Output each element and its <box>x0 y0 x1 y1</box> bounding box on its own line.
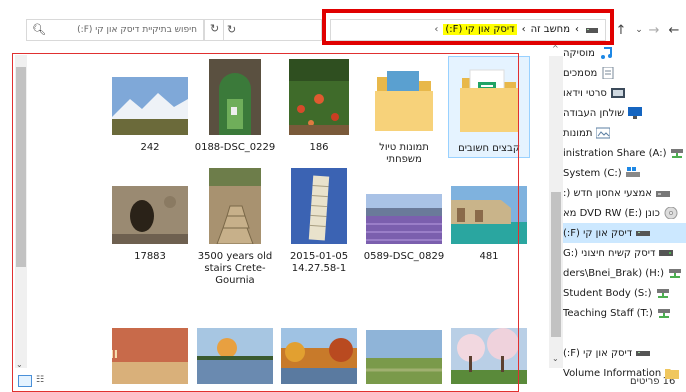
navpane-item[interactable]: דיסק און קי (F:) <box>563 223 686 243</box>
videos-icon <box>610 87 625 99</box>
refresh-icon[interactable]: ↻ <box>227 23 236 36</box>
navpane-item-label: כונן DVD RW (E:) מא <box>563 207 660 219</box>
network-drive-icon <box>656 287 670 299</box>
search-input[interactable]: חיפוש בתיקיית דיסק און קי (F:) <box>77 25 197 35</box>
navpane-item[interactable]: שולחן העבודה <box>563 103 686 123</box>
navpane-item-label: תמונות <box>563 127 593 139</box>
navpane-scroll-up-icon[interactable]: ^ <box>552 44 559 53</box>
navpane-spacer <box>563 323 686 343</box>
navpane-item[interactable]: Teaching Staff (T:) <box>563 303 686 323</box>
navpane-item[interactable]: inistration Share (A:) <box>563 143 686 163</box>
navpane-item-label: inistration Share (A:) <box>563 147 667 159</box>
refresh-button[interactable]: ↻ <box>204 19 224 41</box>
navpane-item-label: דיסק קשיח חיצוני (:G <box>563 247 656 259</box>
annotation-red-grid-frame <box>12 53 519 392</box>
navpane-item-label: מוסיקה <box>563 47 595 59</box>
documents-icon <box>601 66 615 80</box>
navpane-item[interactable]: מסמכים <box>563 63 686 83</box>
search-icon: 🔍︎ <box>32 23 46 36</box>
folder-icon <box>665 367 680 379</box>
navpane-item[interactable]: כונן DVD RW (E:) מא <box>563 203 686 223</box>
navpane-scroll-thumb[interactable] <box>551 192 561 337</box>
navigation-pane: מוסיקה מסמכים סרטי וידאו שולחן העבודה תמונות… <box>563 43 686 383</box>
external-drive-icon <box>659 247 674 259</box>
navpane-scroll-down-icon[interactable]: ⌄ <box>552 354 559 363</box>
navpane-item[interactable]: אמצעי אחסון חדש (: <box>563 183 686 203</box>
navpane-item-label: מסמכים <box>563 67 598 79</box>
navpane-item-label: שולחן העבודה <box>563 107 625 119</box>
music-icon <box>599 47 613 59</box>
refresh-arrow-icon: ↻ <box>210 22 220 35</box>
navpane-item[interactable]: ders\Bnei_Brak) (H:) <box>563 263 686 283</box>
navpane-item-label: סרטי וידאו <box>563 87 607 99</box>
windows-drive-icon <box>625 167 640 179</box>
back-arrow-icon[interactable]: ← <box>665 21 683 39</box>
navpane-item[interactable]: דיסק קשיח חיצוני (:G <box>563 243 686 263</box>
network-drive-icon <box>670 147 684 159</box>
navpane-item[interactable]: System (C:) <box>563 163 686 183</box>
recent-locations-chevron-icon[interactable]: ⌄ <box>630 21 648 39</box>
network-drive-icon <box>657 307 671 319</box>
navpane-item[interactable]: תמונות <box>563 123 686 143</box>
search-box[interactable]: 🔍︎ חיפוש בתיקיית דיסק און קי (F:) <box>26 19 204 41</box>
navpane-item-label: ders\Bnei_Brak) (H:) <box>563 267 664 279</box>
navpane-item[interactable]: סרטי וידאו <box>563 83 686 103</box>
annotation-red-frame <box>322 9 614 45</box>
navpane-item-label: דיסק און קי (F:) <box>563 347 633 359</box>
navpane-item-label: אמצעי אחסון חדש (: <box>563 187 652 199</box>
details-view-button[interactable]: ☷ <box>36 375 44 385</box>
navpane-item[interactable]: דיסק און קי (F:) <box>563 343 686 363</box>
network-drive-icon <box>668 267 682 279</box>
navpane-item[interactable]: מוסיקה <box>563 43 686 63</box>
navpane-item-label: Volume Information <box>563 367 662 379</box>
navpane-item[interactable]: Student Body (S:) <box>563 283 686 303</box>
drive-icon <box>655 187 670 199</box>
desktop-icon <box>628 107 643 119</box>
usb-drive-icon <box>636 347 651 359</box>
usb-drive-icon <box>636 227 651 239</box>
navpane-item-label: System (C:) <box>563 167 622 179</box>
large-icons-view-button[interactable] <box>18 375 32 387</box>
navpane-item[interactable]: Volume Information <box>563 363 686 383</box>
dvd-icon <box>664 206 678 220</box>
navpane-item-label: Student Body (S:) <box>563 287 652 299</box>
address-dropdown[interactable]: ↻ <box>223 19 322 41</box>
up-arrow-icon[interactable]: ↑ <box>612 21 630 39</box>
navpane-item-label: Teaching Staff (T:) <box>563 307 653 319</box>
navpane-item-label: דיסק און קי (F:) <box>563 227 633 239</box>
pictures-icon <box>595 127 611 139</box>
